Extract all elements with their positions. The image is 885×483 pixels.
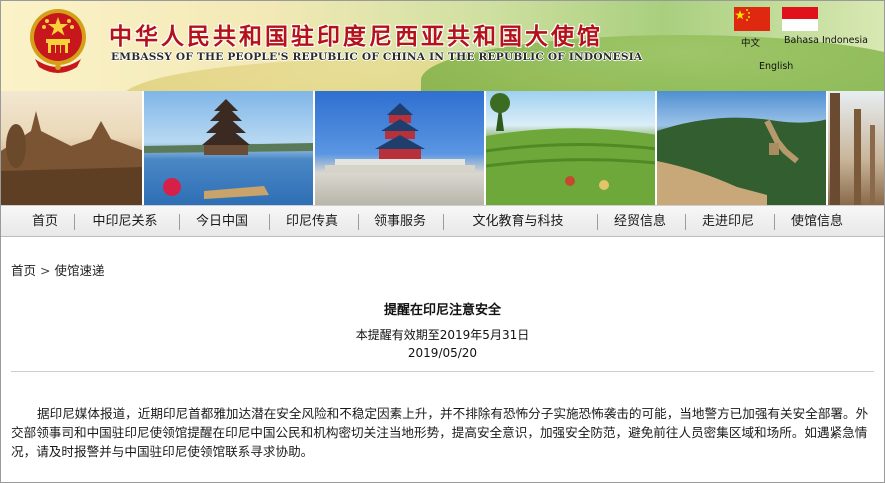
- bali-temple-photo: [144, 91, 315, 205]
- language-link-indonesian[interactable]: Bahasa Indonesia: [784, 35, 868, 46]
- article-body: 据印尼媒体报道，近期印尼首都雅加达潜在安全风险和不稳定因素上升，并不排除有恐怖分…: [11, 406, 869, 459]
- nav-item-economy-trade[interactable]: 经贸信息: [603, 206, 677, 237]
- nav-divider: [597, 214, 598, 230]
- nav-item-home[interactable]: 首页: [19, 206, 71, 237]
- nav-item-embassy-info[interactable]: 使馆信息: [780, 206, 854, 237]
- great-wall-photo: [657, 91, 828, 205]
- header-banner: 中华人民共和国驻印度尼西亚共和国大使馆 EMBASSY OF THE PEOPL…: [1, 1, 884, 91]
- nav-divider: [74, 214, 75, 230]
- nav-item-indonesia-news[interactable]: 印尼传真: [275, 206, 349, 237]
- embassy-title-chinese: 中华人民共和国驻印度尼西亚共和国大使馆: [109, 23, 603, 50]
- nav-item-consular-services[interactable]: 领事服务: [363, 206, 437, 237]
- embassy-title-english: EMBASSY OF THE PEOPLE'S REPUBLIC OF CHIN…: [111, 51, 643, 63]
- breadcrumb-separator: >: [40, 263, 51, 278]
- nav-divider: [179, 214, 180, 230]
- photo-strip: [1, 91, 884, 205]
- article-validity-note: 本提醒有效期至2019年5月31日: [355, 328, 530, 342]
- rice-terraces-photo: [486, 91, 657, 205]
- nav-divider: [443, 214, 444, 230]
- nav-divider: [774, 214, 775, 230]
- main-navigation: 首页 中印尼关系 今日中国 印尼传真 领事服务 文化教育与科技 经贸信息 走进印…: [1, 205, 884, 237]
- nav-divider: [269, 214, 270, 230]
- article-date: 2019/05/20: [407, 346, 478, 360]
- nav-item-discover-indonesia[interactable]: 走进印尼: [691, 206, 765, 237]
- breadcrumb-current-link[interactable]: 使馆速递: [55, 263, 105, 278]
- temple-of-heaven-photo: [315, 91, 486, 205]
- indonesia-flag-icon[interactable]: [782, 7, 818, 31]
- china-flag-icon[interactable]: [734, 7, 770, 31]
- breadcrumb: 首页 > 使馆速递: [11, 260, 105, 279]
- borobudur-photo: [1, 91, 144, 205]
- language-link-english[interactable]: English: [759, 61, 793, 72]
- national-emblem-icon: [30, 9, 86, 73]
- nav-item-culture-education-technology[interactable]: 文化教育与科技: [449, 206, 587, 237]
- pillars-photo: [828, 91, 884, 205]
- nav-divider: [685, 214, 686, 230]
- nav-divider: [358, 214, 359, 230]
- breadcrumb-home-link[interactable]: 首页: [11, 263, 36, 278]
- language-link-chinese[interactable]: 中文: [741, 35, 760, 49]
- nav-item-china-indonesia-relations[interactable]: 中印尼关系: [81, 206, 169, 237]
- article-divider: [11, 371, 874, 372]
- article-title: 提醒在印尼注意安全: [383, 303, 501, 318]
- nav-item-china-today[interactable]: 今日中国: [185, 206, 259, 237]
